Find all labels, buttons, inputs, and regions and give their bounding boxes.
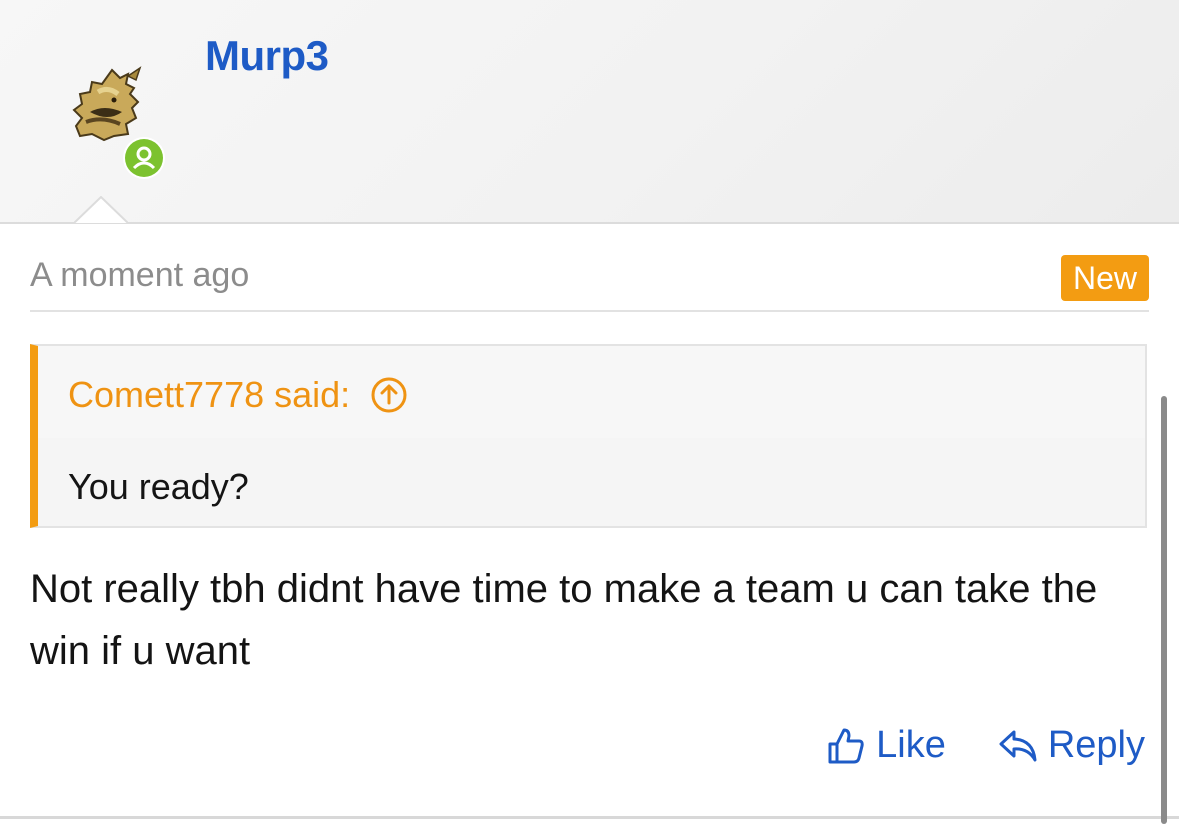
quote-author-text[interactable]: Comett7778 said: [68,374,350,416]
thumbs-up-icon [828,728,864,763]
quote-header: Comett7778 said: [38,346,1145,438]
pokemon-sprite-avatar-icon [72,66,142,142]
like-button[interactable]: Like [826,724,946,767]
post-actions: Like Reply [826,724,1145,767]
quote-block: Comett7778 said: You ready? [30,344,1147,528]
scrollbar[interactable] [1161,396,1167,824]
post-timestamp[interactable]: A moment ago [30,256,249,295]
post-user-header: Murp3 [0,0,1179,224]
post-body: Not really tbh didnt have time to make a… [30,567,1098,673]
quote-author: Comett7778 said: [68,374,408,416]
username-link[interactable]: Murp3 [205,32,329,80]
quote-text: You ready? [68,466,249,507]
new-badge: New [1060,255,1149,301]
reply-arrow-icon [999,730,1037,761]
online-status-badge [123,137,165,179]
post-meta-row: A moment ago New [30,250,1149,312]
avatar[interactable] [68,64,152,148]
speech-caret [74,196,128,224]
like-label: Like [876,724,946,766]
post-container: Murp3 A moment ago New Comett7778 said: … [0,0,1179,824]
online-user-icon [125,139,163,177]
reply-label: Reply [1047,724,1145,766]
post-bottom-divider [0,816,1179,819]
arrow-up-circle-icon[interactable] [370,376,408,414]
reply-button[interactable]: Reply [998,724,1145,767]
